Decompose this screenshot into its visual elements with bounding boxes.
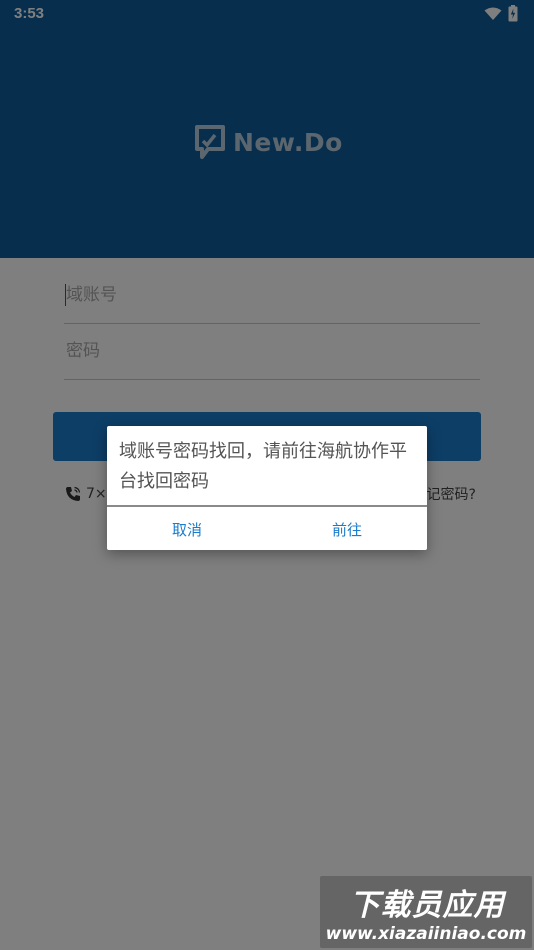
dialog-message: 域账号密码找回，请前往海航协作平台找回密码 <box>119 441 407 492</box>
password-recovery-dialog: 域账号密码找回，请前往海航协作平台找回密码 取消 前往 <box>107 426 427 550</box>
cancel-button[interactable]: 取消 <box>107 508 267 550</box>
go-button[interactable]: 前往 <box>267 508 427 550</box>
dialog-divider <box>107 505 427 507</box>
site-watermark: 下载员应用 www.xiazaiiniao.com <box>320 876 532 948</box>
watermark-url: www.xiazaiiniao.com <box>325 924 527 944</box>
watermark-title: 下载员应用 <box>349 888 505 923</box>
